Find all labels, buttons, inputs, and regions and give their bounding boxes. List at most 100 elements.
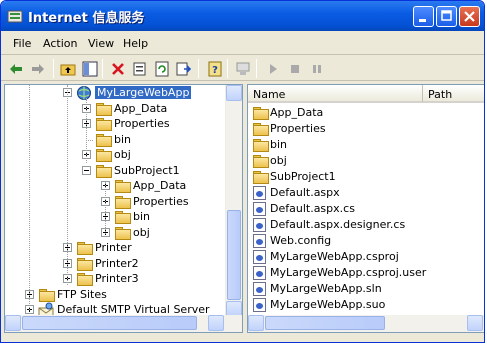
file-icon: [253, 202, 266, 216]
maximize-button[interactable]: [436, 6, 457, 27]
list-item[interactable]: App_Data: [251, 105, 481, 121]
scroll-thumb[interactable]: [22, 316, 197, 330]
list-item[interactable]: Web.config: [251, 233, 481, 249]
tree-node[interactable]: App_Data: [5, 101, 225, 117]
scroll-left-button[interactable]: [248, 315, 264, 331]
column-header-path[interactable]: Path: [423, 85, 484, 103]
collapse-icon[interactable]: [82, 166, 91, 175]
list-item[interactable]: SubProject1: [251, 169, 481, 185]
file-icon: [253, 298, 266, 312]
scroll-right-button[interactable]: [208, 315, 224, 331]
scroll-up-button[interactable]: [226, 85, 242, 101]
computer-button[interactable]: [233, 59, 253, 78]
list-horizontal-scrollbar[interactable]: [248, 315, 484, 332]
start-button[interactable]: [263, 59, 283, 78]
tree-vertical-scrollbar[interactable]: [225, 85, 242, 317]
title-bar[interactable]: Internet 信息服务: [1, 1, 484, 31]
list-item[interactable]: bin: [251, 137, 481, 153]
scroll-right-button[interactable]: [467, 315, 483, 331]
back-arrow-button[interactable]: [6, 59, 26, 78]
list-item-name: obj: [270, 154, 287, 167]
tree-node[interactable]: bin: [5, 132, 225, 148]
tree-node-label: App_Data: [133, 179, 187, 192]
scroll-thumb[interactable]: [227, 210, 241, 300]
show-hide-tree-button[interactable]: [80, 59, 100, 78]
folder-icon: [95, 148, 112, 162]
list-item-name: MyLargeWebApp.sln: [270, 282, 382, 295]
folder-icon: [114, 179, 131, 193]
tree-guide-line: [67, 85, 68, 285]
list-item[interactable]: MyLargeWebApp.csproj.user: [251, 265, 481, 281]
list-item[interactable]: obj: [251, 153, 481, 169]
scroll-thumb[interactable]: [265, 316, 385, 330]
tree-node[interactable]: Printer2: [5, 256, 225, 272]
properties-button[interactable]: [130, 59, 150, 78]
folder-icon: [252, 170, 269, 184]
website-globe-icon: [77, 86, 91, 100]
tree-pane[interactable]: MyLargeWebApp App_Data Properties bin obj Sub…: [4, 84, 243, 333]
list-item-name: MyLargeWebApp.csproj.user: [270, 266, 427, 279]
menu-help[interactable]: Help: [123, 37, 148, 50]
column-header-name[interactable]: Name: [248, 85, 423, 103]
tree-node[interactable]: MyLargeWebApp: [5, 85, 225, 101]
refresh-icon: [155, 61, 169, 77]
list-item[interactable]: MyLargeWebApp.sln: [251, 281, 481, 297]
scroll-left-button[interactable]: [5, 315, 21, 331]
list-item[interactable]: Default.aspx.designer.cs: [251, 217, 481, 233]
close-icon: [464, 11, 475, 22]
tree-guide-line: [29, 85, 30, 310]
folder-icon: [76, 272, 93, 286]
tree-node[interactable]: App_Data: [5, 178, 225, 194]
list-item-name: Default.aspx.designer.cs: [270, 218, 406, 231]
list-item-name: Default.aspx: [270, 186, 340, 199]
tree-node[interactable]: Properties: [5, 116, 225, 132]
file-icon: [253, 218, 266, 232]
pause-icon: [313, 65, 321, 73]
tree-node-label: Printer: [95, 241, 132, 254]
list-item[interactable]: MyLargeWebApp.suo: [251, 297, 481, 313]
file-icon: [253, 234, 266, 248]
file-icon: [253, 266, 266, 280]
tree-guide-line: [86, 95, 87, 163]
tree-node[interactable]: Printer3: [5, 271, 225, 287]
tree-node-label: Printer3: [95, 272, 139, 285]
pause-button[interactable]: [307, 59, 327, 78]
forward-arrow-button[interactable]: [28, 59, 48, 78]
tree-node[interactable]: bin: [5, 209, 225, 225]
folder-icon: [252, 122, 269, 136]
list-item[interactable]: Properties: [251, 121, 481, 137]
tree-node[interactable]: Printer: [5, 240, 225, 256]
tree-node[interactable]: SubProject1: [5, 163, 225, 179]
help-button[interactable]: ?: [205, 59, 225, 78]
folder-icon: [95, 133, 112, 147]
tree-horizontal-scrollbar[interactable]: [5, 315, 242, 332]
menu-view[interactable]: View: [88, 37, 114, 50]
stop-icon: [291, 65, 299, 73]
close-button[interactable]: [459, 6, 480, 27]
tree-node[interactable]: obj: [5, 147, 225, 163]
refresh-button[interactable]: [152, 59, 172, 78]
menu-action[interactable]: Action: [43, 37, 77, 50]
file-icon: [253, 250, 266, 264]
export-list-button[interactable]: [174, 59, 194, 78]
up-folder-button[interactable]: [58, 59, 78, 78]
list-item-name: Properties: [270, 122, 326, 135]
show-hide-tree-icon: [82, 61, 98, 77]
tree-node[interactable]: Properties: [5, 194, 225, 210]
back-arrow-icon: [10, 64, 22, 74]
menu-file[interactable]: File: [13, 37, 31, 50]
tree-node[interactable]: obj: [5, 225, 225, 241]
list-item[interactable]: Default.aspx: [251, 185, 481, 201]
list-pane[interactable]: Name Path App_Data Properties bin obj SubPro…: [247, 84, 484, 333]
list-item[interactable]: Default.aspx.cs: [251, 201, 481, 217]
folder-icon: [95, 164, 112, 178]
delete-button[interactable]: [108, 59, 128, 78]
list-item-name: bin: [270, 138, 288, 151]
list-item[interactable]: MyLargeWebApp.csproj: [251, 249, 481, 265]
minimize-button[interactable]: [413, 6, 434, 27]
stop-button[interactable]: [285, 59, 305, 78]
folder-icon: [252, 154, 269, 168]
properties-icon: [133, 62, 146, 76]
tree-node[interactable]: FTP Sites: [5, 287, 225, 303]
tree-node-label: obj: [133, 226, 150, 239]
